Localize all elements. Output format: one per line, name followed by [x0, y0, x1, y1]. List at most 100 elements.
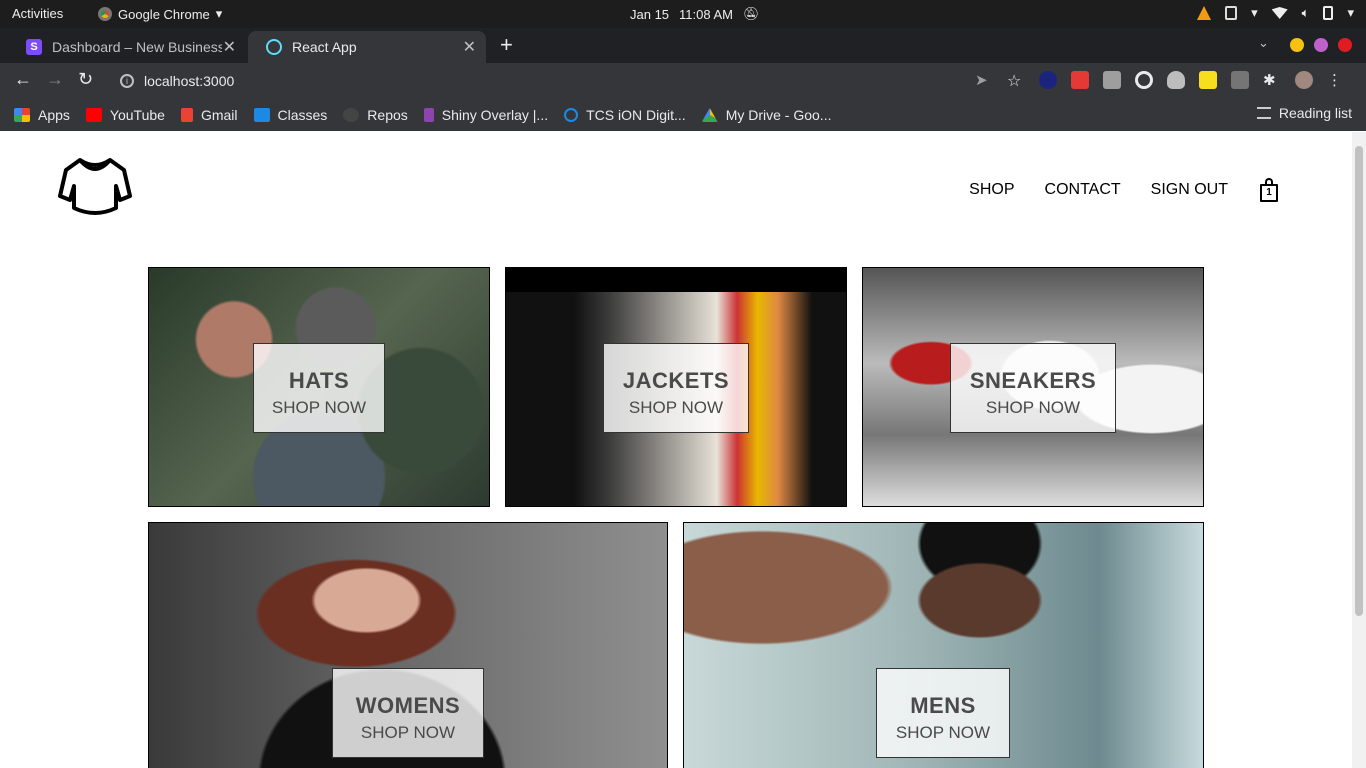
- back-arrow-icon[interactable]: ←: [14, 69, 32, 90]
- category-tile-sneakers[interactable]: SNEAKERS SHOP NOW: [862, 267, 1204, 507]
- app-menu[interactable]: Google Chrome ▾: [98, 6, 222, 22]
- puzzle-icon[interactable]: ✱: [1263, 71, 1281, 89]
- bookmark-label: Gmail: [200, 107, 238, 123]
- tab-react-app[interactable]: React App ✕: [248, 31, 486, 63]
- classroom-icon: [253, 108, 270, 122]
- bookmark-apps[interactable]: Apps: [14, 107, 70, 123]
- category-title: SNEAKERS: [969, 368, 1097, 393]
- github-icon: [343, 108, 360, 122]
- app-menu-label: Google Chrome: [118, 6, 210, 22]
- bookmark-label: Classes: [277, 107, 328, 123]
- stripe-s-icon: S: [26, 39, 42, 55]
- drive-icon: [701, 108, 718, 122]
- category-tile-womens[interactable]: WOMENS SHOP NOW: [148, 522, 668, 768]
- bookmark-label: My Drive - Goo...: [725, 107, 832, 123]
- new-tab-button[interactable]: +: [500, 34, 513, 56]
- volume-icon: 🔈︎: [1301, 5, 1310, 20]
- extension-js-icon[interactable]: [1199, 71, 1217, 89]
- gmail-icon: [180, 108, 193, 122]
- os-top-bar: Activities Google Chrome ▾ Jan 15 11:08 …: [0, 0, 1366, 28]
- clock[interactable]: Jan 15 11:08 AM 🔕︎: [630, 6, 760, 22]
- category-label-box[interactable]: MENS SHOP NOW: [876, 668, 1010, 758]
- category-subtitle: SHOP NOW: [628, 398, 724, 417]
- react-icon: [266, 39, 282, 55]
- clock-time: 11:08 AM: [679, 6, 734, 22]
- bookmark-label: TCS iON Digit...: [586, 107, 686, 123]
- crown-clothing-logo-icon[interactable]: [58, 156, 132, 216]
- bookmark-shiny-overlay[interactable]: Shiny Overlay |...: [423, 107, 549, 123]
- bookmark-gmail[interactable]: Gmail: [180, 107, 238, 123]
- nav-contact-link[interactable]: CONTACT: [1045, 181, 1121, 199]
- system-tray[interactable]: ▾ 🔈︎ ▾: [1197, 5, 1354, 21]
- tab-search-chevron-icon[interactable]: ⌄: [1258, 35, 1269, 51]
- power-icon: [564, 108, 579, 122]
- site-info-icon[interactable]: i: [120, 74, 134, 88]
- wifi-icon: [1271, 7, 1288, 19]
- category-tile-jackets[interactable]: JACKETS SHOP NOW: [505, 267, 847, 507]
- page-viewport: SHOP CONTACT SIGN OUT 1 HATS SHOP NOW JA…: [0, 132, 1352, 768]
- bookmark-label: Shiny Overlay |...: [441, 107, 549, 123]
- category-label-box[interactable]: WOMENS SHOP NOW: [332, 668, 484, 758]
- tab-strip: S Dashboard – New Business ✕ React App ✕…: [0, 28, 1366, 63]
- reading-list-icon: [1256, 107, 1271, 119]
- category-label-box[interactable]: JACKETS SHOP NOW: [603, 343, 749, 433]
- category-tile-hats[interactable]: HATS SHOP NOW: [148, 267, 490, 507]
- reading-list-button[interactable]: Reading list: [1256, 105, 1352, 121]
- bookmark-tcs-ion[interactable]: TCS iON Digit...: [564, 107, 686, 123]
- category-subtitle: SHOP NOW: [895, 723, 991, 742]
- clipboard-icon: [1225, 6, 1238, 20]
- nav-shop-link[interactable]: SHOP: [969, 181, 1014, 199]
- bookmarks-bar: Apps YouTube Gmail Classes Repos Shiny O…: [0, 99, 1366, 131]
- send-icon[interactable]: ➤: [975, 71, 993, 89]
- extension-icons: ➤ ☆ ✱ ⋮: [975, 71, 1345, 90]
- extension-red-icon[interactable]: [1071, 71, 1089, 89]
- category-label-box[interactable]: SNEAKERS SHOP NOW: [950, 343, 1116, 433]
- clock-date: Jan 15: [630, 6, 670, 22]
- bookmark-label: Apps: [38, 107, 70, 123]
- notifications-off-icon: 🔕︎: [743, 6, 760, 21]
- extension-circle-icon[interactable]: [1039, 71, 1057, 89]
- category-title: HATS: [288, 368, 350, 393]
- category-subtitle: SHOP NOW: [360, 723, 456, 742]
- extension-printer-icon[interactable]: [1103, 71, 1121, 89]
- bookmark-star-icon[interactable]: ☆: [1007, 71, 1025, 90]
- category-tile-mens[interactable]: MENS SHOP NOW: [683, 522, 1204, 768]
- overlay-icon: [423, 108, 434, 122]
- tab-dashboard[interactable]: S Dashboard – New Business ✕: [8, 31, 246, 63]
- nav-sign-out-link[interactable]: SIGN OUT: [1151, 181, 1228, 199]
- maximize-button[interactable]: [1314, 38, 1328, 52]
- window-close-button[interactable]: [1338, 38, 1352, 52]
- bookmark-label: YouTube: [109, 107, 165, 123]
- extension-target-icon[interactable]: [1135, 71, 1153, 89]
- avatar[interactable]: [1295, 71, 1313, 89]
- reload-icon[interactable]: ↻: [78, 69, 93, 90]
- address-bar[interactable]: i localhost:3000: [108, 66, 1038, 96]
- bookmark-repos[interactable]: Repos: [343, 107, 408, 123]
- minimize-button[interactable]: [1290, 38, 1304, 52]
- battery-icon: [1323, 6, 1334, 20]
- reading-list-label: Reading list: [1278, 105, 1352, 121]
- tab-title: Dashboard – New Business: [52, 39, 222, 55]
- close-icon[interactable]: ✕: [223, 37, 236, 57]
- extension-r-icon[interactable]: [1231, 71, 1249, 89]
- extension-bulb-icon[interactable]: [1167, 71, 1185, 89]
- activities-button[interactable]: Activities: [12, 6, 63, 21]
- caret-down-icon: ▾: [1347, 5, 1354, 20]
- category-label-box[interactable]: HATS SHOP NOW: [253, 343, 385, 433]
- caret-down-icon: ▾: [1251, 5, 1258, 20]
- bookmark-my-drive[interactable]: My Drive - Goo...: [701, 107, 832, 123]
- forward-arrow-icon[interactable]: →: [46, 69, 64, 90]
- bookmark-classes[interactable]: Classes: [253, 107, 328, 123]
- menu-kebab-icon[interactable]: ⋮: [1327, 71, 1345, 89]
- tab-title: React App: [292, 39, 357, 55]
- window-controls: [1290, 38, 1352, 52]
- page-scrollbar[interactable]: [1352, 132, 1366, 768]
- close-icon[interactable]: ✕: [463, 37, 476, 57]
- browser-toolbar: ← → ↻ i localhost:3000 ➤ ☆ ✱ ⋮: [0, 63, 1366, 99]
- cart-count: 1: [1266, 187, 1272, 198]
- scrollbar-thumb[interactable]: [1355, 146, 1363, 616]
- header-nav: SHOP CONTACT SIGN OUT 1: [969, 178, 1280, 202]
- url-text: localhost:3000: [144, 73, 235, 89]
- bookmark-youtube[interactable]: YouTube: [85, 107, 165, 123]
- cart-icon[interactable]: 1: [1258, 178, 1280, 202]
